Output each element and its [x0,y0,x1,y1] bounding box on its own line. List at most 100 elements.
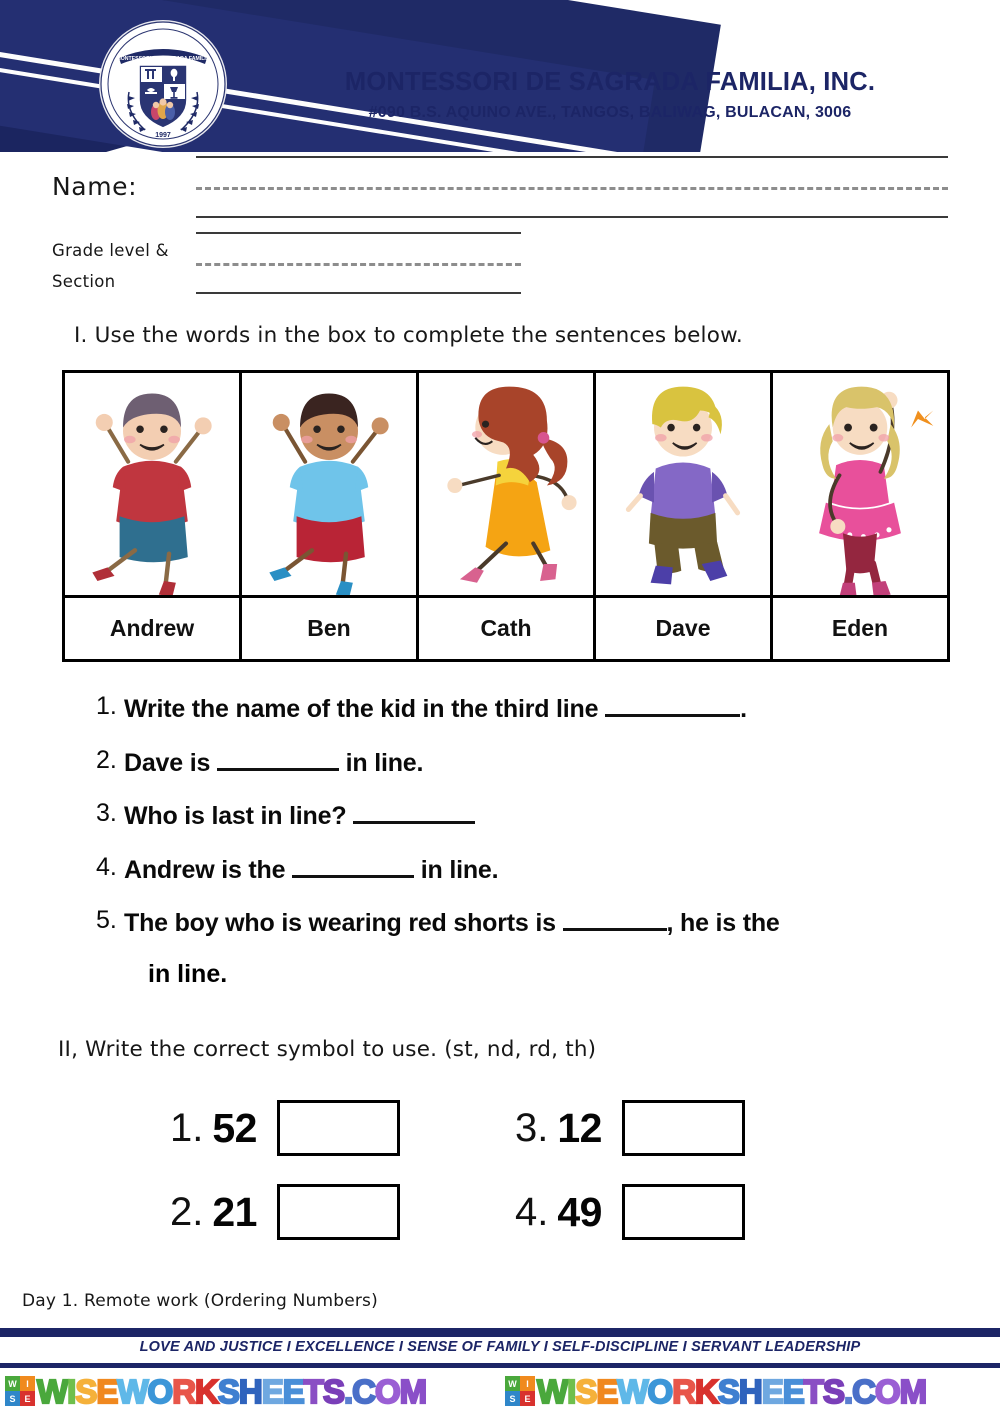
watermark-letter: E [782,1372,806,1410]
answer-blank[interactable] [292,853,415,878]
symbol-answer-box[interactable] [276,1184,400,1240]
question-number: 5. [96,906,117,934]
question-item: 2. Dave is in line. [96,746,966,779]
watermark-letter: W [116,1372,149,1410]
symbol-answer-box[interactable] [621,1100,745,1156]
question-continuation: in line. [148,960,966,990]
wise-badge-letter: E [520,1391,535,1406]
name-rule-bottom [196,216,948,218]
part2-instruction: II, Write the correct symbol to use. (st… [58,1037,597,1062]
kid-name-cell: Dave [596,597,773,659]
question-body: Andrew is the in line. [124,853,499,886]
watermark-letter: M [899,1372,929,1410]
symbol-item-value: 12 [557,1104,602,1151]
watermark-letter: C [351,1372,377,1410]
school-crest-icon: MONTESSORI DE SAGRADA FAMILIA 1997 [99,20,227,148]
watermark-letter: W [36,1372,69,1410]
kid-name-label: Dave [655,614,711,641]
school-name: MONTESSORI DE SAGRADA FAMILIA, INC. [344,68,876,96]
question-text: The boy who is wearing red shorts is [124,909,563,937]
grade-rule-top [196,232,521,234]
kid-name-cell: Andrew [65,597,242,659]
symbol-item-value: 21 [212,1188,257,1235]
day-note: Day 1. Remote work (Ordering Numbers) [22,1291,378,1311]
question-number: 3. [96,799,117,827]
symbol-answer-box[interactable] [276,1100,400,1156]
question-number: 4. [96,852,117,881]
grade-label-line2: Section [52,272,116,291]
kid-image-cell [596,373,773,595]
kid-image-cell [419,373,596,595]
girl-waving-icon [819,386,934,595]
grade-rule-bottom [196,292,521,294]
watermark-letter: S [574,1372,598,1410]
symbol-item-number: 4. [515,1189,549,1234]
wise-badge-letter: S [5,1391,20,1406]
footer-band-top [0,1328,1000,1337]
watermark-letter: S [322,1372,346,1410]
question-item: 5. The boy who is wearing red shorts is ,… [96,906,966,939]
kid-image-cell [65,373,242,595]
watermark-letter: E [282,1372,306,1410]
part1-question-list: 1. Write the name of the kid in the third… [96,692,966,989]
kid-name-cell: Cath [419,597,596,659]
answer-blank[interactable] [562,906,667,931]
wise-badge-letter: E [20,1391,35,1406]
watermark-logo: WISEWISEWORKSHEETS.COM [500,1372,1000,1410]
watermark-text: WISEWORKSHEETS.COM [36,1372,429,1410]
wise-badge-letter: S [505,1391,520,1406]
question-text: in line. [148,959,228,988]
watermark-letter: O [646,1372,674,1410]
question-body: Dave is in line. [124,746,423,779]
grade-rule-mid [196,263,521,266]
symbol-item-number: 2. [170,1189,204,1234]
question-text: Dave is [124,748,217,777]
wise-badge-letter: I [20,1376,35,1391]
watermark-letter: M [399,1372,429,1410]
watermark-letter: O [374,1372,402,1410]
wise-badge-letter: W [505,1376,520,1391]
symbol-item: 4. 49 [515,1184,745,1240]
kid-running-icon [625,386,741,585]
watermark-letter: . [343,1372,354,1410]
watermark-letter: T [803,1372,825,1410]
grade-section-input[interactable] [196,232,521,294]
kid-image-row [65,373,947,595]
name-input[interactable] [196,156,948,218]
grade-label-line1: Grade level & [52,241,169,260]
part2-item-grid: 1. 52 3. 12 2. 21 4. 49 [170,1100,810,1268]
kid-jumping-icon [92,393,212,595]
answer-blank[interactable] [605,692,741,717]
watermark-letter: W [536,1372,569,1410]
watermark-letter: S [217,1372,241,1410]
watermark-letter: C [851,1372,877,1410]
page-header: MONTESSORI DE SAGRADA FAMILIA 1997 MONTE… [0,0,1000,152]
question-item: 4. Andrew is the in line. [96,853,966,886]
kid-name-label: Eden [831,614,889,641]
question-text: . [740,695,747,723]
watermark-letter: E [95,1372,119,1410]
watermark-letter: E [261,1372,285,1410]
question-body: Write the name of the kid in the third l… [124,692,747,725]
question-text: in line. [414,855,499,884]
symbol-item: 1. 52 [170,1100,515,1156]
name-rule-mid [196,187,948,190]
question-item: 1. Write the name of the kid in the third… [96,692,966,725]
symbol-answer-box[interactable] [621,1184,745,1240]
watermark-letter: E [595,1372,619,1410]
symbol-row: 2. 21 4. 49 [170,1184,810,1240]
wise-badge-icon: WISE [5,1376,35,1406]
part1-instruction: I. Use the words in the box to complete … [74,323,743,348]
watermark-letter: E [761,1372,785,1410]
kid-name-label: Andrew [109,614,195,641]
watermark-letter: K [194,1372,220,1410]
symbol-item: 2. 21 [170,1184,515,1240]
answer-blank[interactable] [353,799,476,824]
answer-blank[interactable] [216,746,339,771]
question-body: The boy who is wearing red shorts is , h… [124,906,780,939]
question-body: Who is last in line? [124,799,476,832]
crest-year: 1997 [155,132,171,139]
watermark-letter: S [717,1372,741,1410]
watermark-letter: R [671,1372,697,1410]
kid-image-cell [773,373,947,595]
